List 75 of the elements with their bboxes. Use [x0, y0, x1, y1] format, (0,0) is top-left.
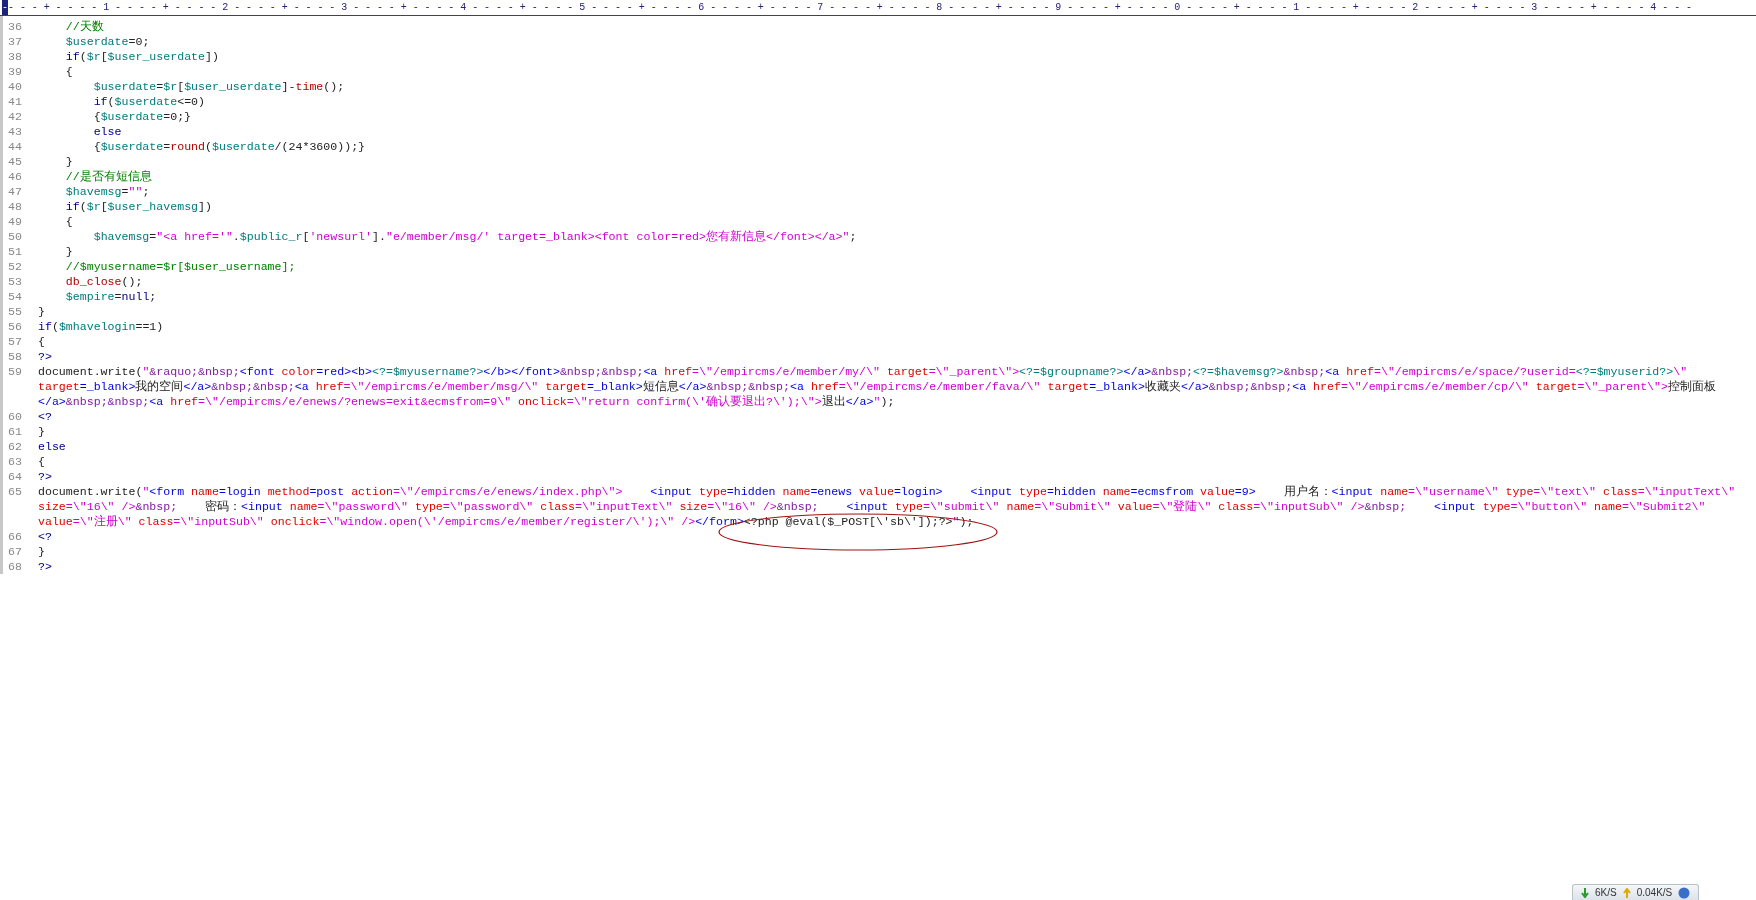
- code-line: {: [38, 334, 45, 349]
- line-number: 66: [7, 529, 23, 544]
- line-number: 65: [7, 484, 23, 500]
- line-number: 51: [7, 244, 23, 259]
- code-line: {$userdate=0;}: [92, 109, 192, 124]
- code-line: ?>: [38, 349, 52, 364]
- code-line: size=\"16\" />&nbsp; 密码：<input name=\"password\" type=\"password\" class=\"inputText\" size=\"16\" />&nbsp; <input type=\"submit\" name=\"Submit\" value=\"登陆\" class=\"inputSub\" />&nbsp; <input type=\"button\" name=\"Submit2\": [38, 499, 1707, 514]
- line-number: 47: [7, 184, 23, 199]
- code-line: <?: [38, 529, 52, 544]
- line-number: 45: [7, 154, 23, 169]
- column-ruler: ---+----1----+----2----+----3----+----4----+----5----+----6----+----7----+----8----+----9----+----0----+----1----+----2----+----3----+----4---: [8, 1, 1698, 15]
- code-line: else: [92, 124, 122, 139]
- code-line: document.write("<form name=login method=post action=\"/empircms/e/enews/index.php\"> <input type=hidden name=enews value=login> <input type=hidden name=ecmsfrom value=9> 用户名：<input name=\"username\" type=\"text\" class=\"inputText\": [38, 484, 1736, 499]
- line-number: 61: [7, 424, 23, 439]
- download-speed: 6K/S: [1595, 886, 1617, 900]
- line-number: 46: [7, 169, 23, 184]
- line-number: 52: [7, 259, 23, 274]
- code-line: ?>: [38, 559, 52, 574]
- code-line: target=_blank>我的空间</a>&nbsp;&nbsp;<a href=\"/empircms/e/member/msg/\" target=_blank>短信息</a>&nbsp;&nbsp;<a href=\"/empircms/e/member/fava/\" target=_blank>收藏夹</a>&nbsp;&nbsp;<a href=\"/empircms/e/member/cp/\" target=\"_parent\">控制面板: [38, 379, 1716, 394]
- text-cursor: -: [2, 0, 8, 15]
- line-number: 42: [7, 109, 23, 124]
- code-line: //$myusername=$r[$user_username];: [64, 259, 296, 274]
- line-number: 63: [7, 454, 23, 469]
- code-line: if($r[$user_havemsg]): [64, 199, 212, 214]
- line-number: 37: [7, 34, 23, 49]
- line-number: 44: [7, 139, 23, 154]
- line-number: 48: [7, 199, 23, 214]
- code-line: if($userdate<=0): [92, 94, 205, 109]
- line-number: 41: [7, 94, 23, 109]
- code-line: else: [38, 439, 66, 454]
- upload-speed: 0.04K/S: [1636, 886, 1673, 900]
- code-line: {: [38, 454, 45, 469]
- line-number: 57: [7, 334, 23, 349]
- line-number: 50: [7, 229, 23, 244]
- code-line: $userdate=$r[$user_userdate]-time();: [92, 79, 345, 94]
- line-number: 38: [7, 49, 23, 64]
- code-line: //是否有短信息: [64, 169, 152, 184]
- code-line: {: [64, 64, 73, 79]
- line-number: 60: [7, 409, 23, 424]
- line-number: 68: [7, 559, 23, 574]
- code-line: $empire=null;: [64, 289, 157, 304]
- line-number: 64: [7, 469, 23, 484]
- code-line: //天数: [64, 19, 104, 34]
- code-line: }: [64, 244, 73, 259]
- code-line: }: [38, 304, 45, 319]
- code-line: if($r[$user_userdate]): [64, 49, 219, 64]
- code-line: {: [64, 214, 73, 229]
- code-line: $havemsg="";: [64, 184, 150, 199]
- line-number: 40: [7, 79, 23, 94]
- line-number: 36: [7, 19, 23, 34]
- line-number: 39: [7, 64, 23, 79]
- code-line: ?>: [38, 469, 52, 484]
- line-number: 67: [7, 544, 23, 559]
- line-number: 56: [7, 319, 23, 334]
- code-line: }: [38, 424, 45, 439]
- line-number: 54: [7, 289, 23, 304]
- code-line: }: [64, 154, 73, 169]
- line-number: 55: [7, 304, 23, 319]
- up-arrow-icon: [1622, 887, 1631, 898]
- code-line: {$userdate=round($userdate/(24*3600));}: [92, 139, 366, 154]
- code-line: <?: [38, 409, 52, 424]
- code-line: $havemsg="<a href='".$public_r['newsurl']."e/member/msg/' target=_blank><font color=red>您有新信息</font></a>";: [92, 229, 857, 244]
- code-line: document.write("&raquo;&nbsp;<font color=red><b><?=$myusername?></b></font>&nbsp;&nbsp;<a href=\"/empircms/e/member/my/\" target=\"_parent\"><?=$groupname?></a>&nbsp;<?=$havemsg?>&nbsp;<a href=\"/empircms/e/space/?userid=<?=$myuserid?>\": [38, 364, 1689, 379]
- line-number: 43: [7, 124, 23, 139]
- line-number: 49: [7, 214, 23, 229]
- line-number: 58: [7, 349, 23, 364]
- code-line: $userdate=0;: [64, 34, 150, 49]
- code-line: db_close();: [64, 274, 143, 289]
- line-number: 62: [7, 439, 23, 454]
- down-arrow-icon: [1581, 887, 1589, 898]
- code-line: }: [38, 544, 45, 559]
- code-line: </a>&nbsp;&nbsp;<a href=\"/empircms/e/enews/?enews=exit&ecmsfrom=9\" onclick=\"return confirm(\'确认要退出?\');\">退出</a>");: [38, 394, 896, 409]
- code-line: if($mhavelogin==1): [38, 319, 164, 334]
- line-number: 59: [7, 364, 23, 380]
- line-number: 53: [7, 274, 23, 289]
